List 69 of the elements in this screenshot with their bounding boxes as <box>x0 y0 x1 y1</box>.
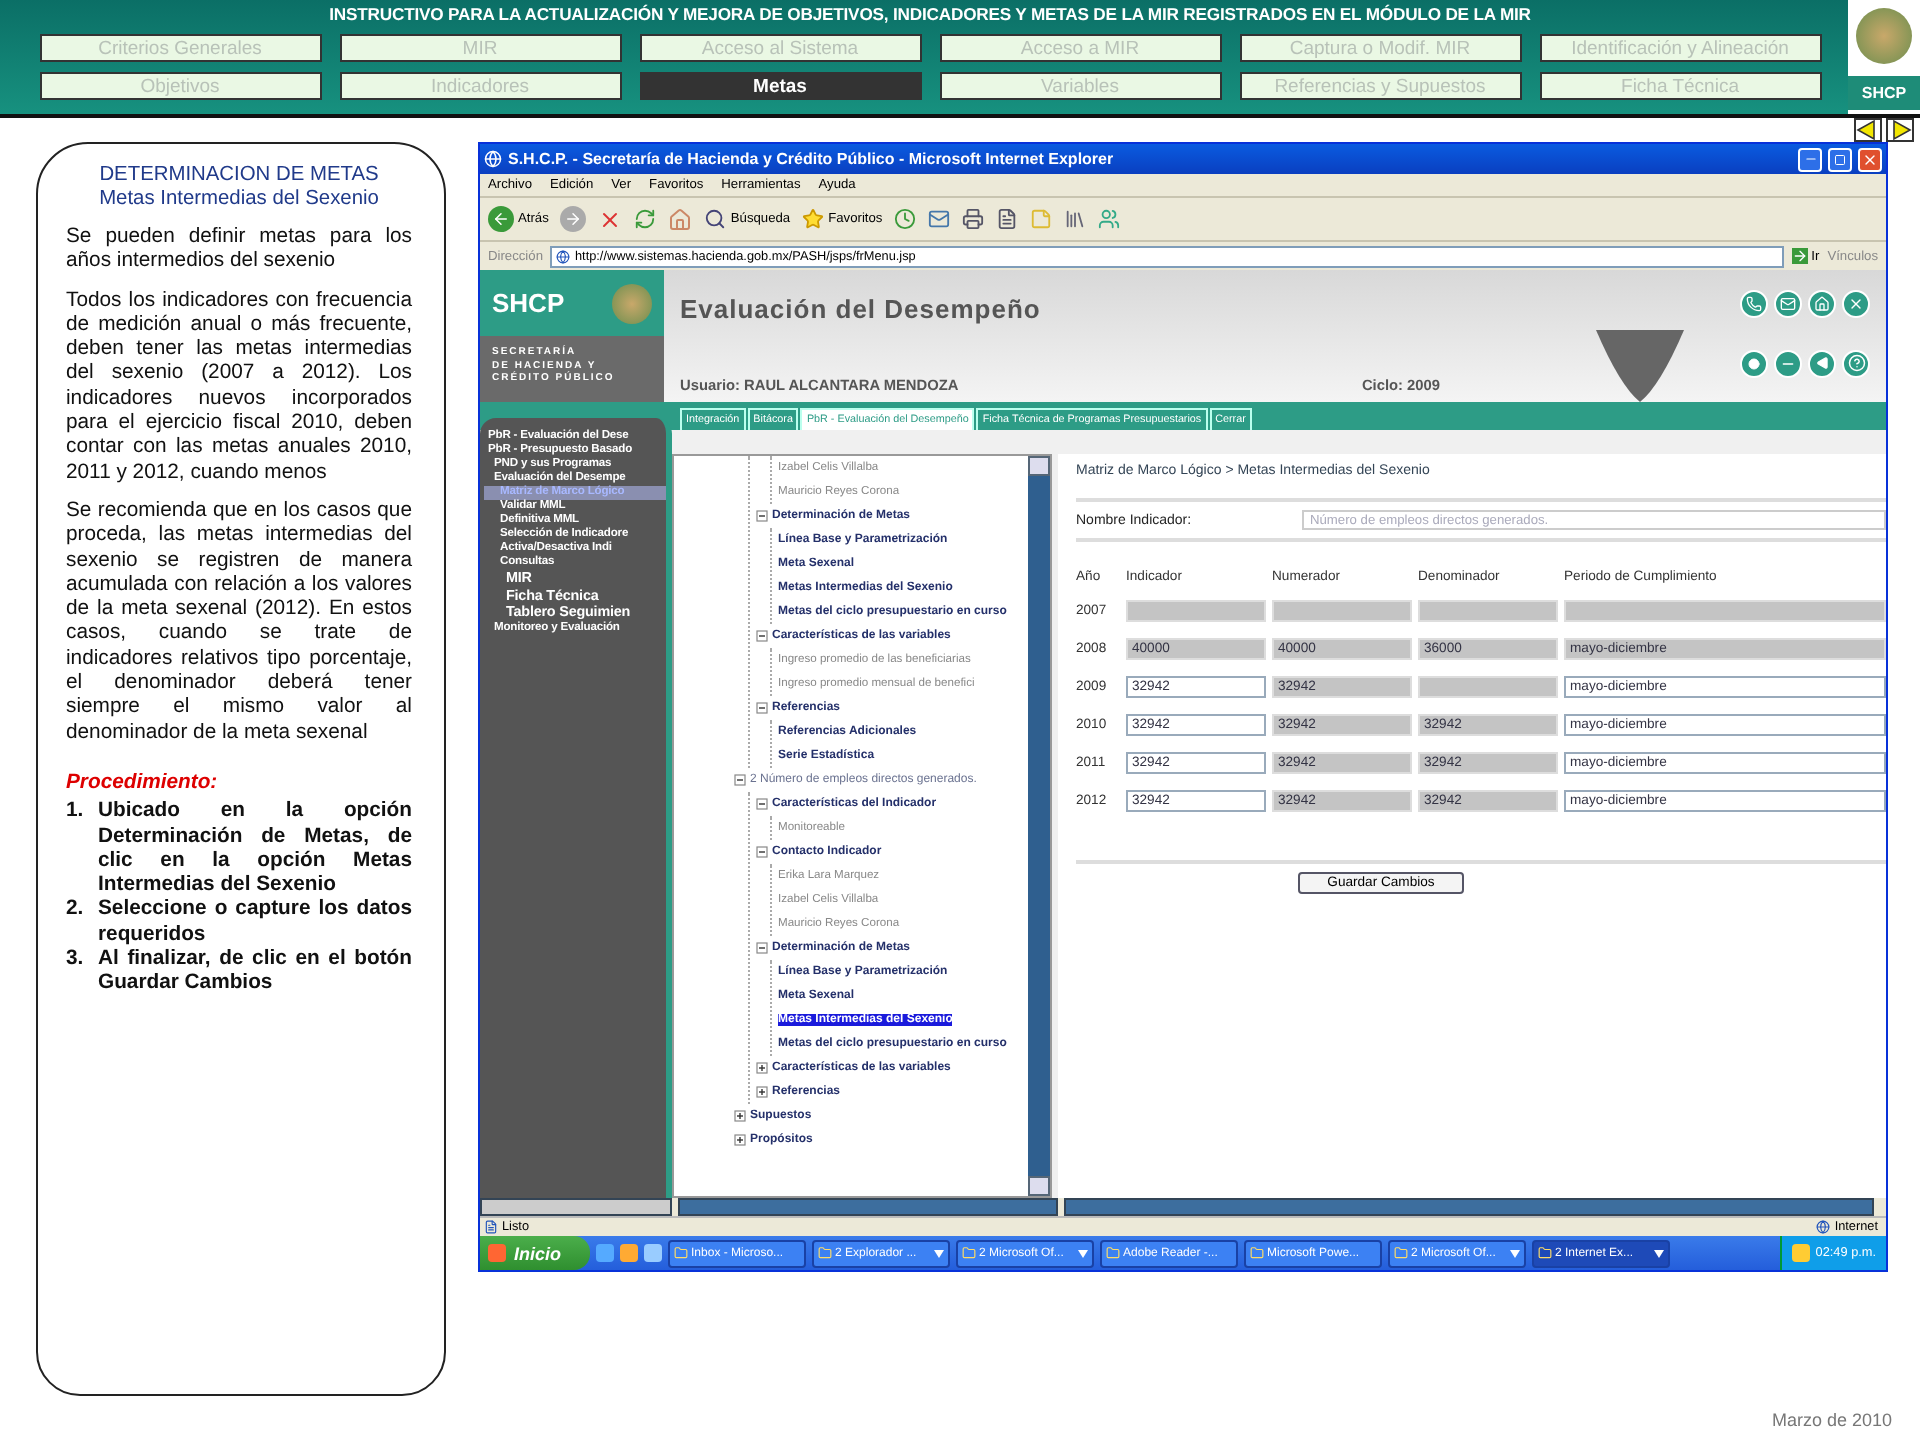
print-icon[interactable] <box>962 208 985 230</box>
messenger-icon[interactable] <box>1098 208 1121 230</box>
expand-icon[interactable] <box>734 1134 746 1146</box>
scrollbar[interactable] <box>1028 456 1050 1196</box>
expand-icon[interactable] <box>756 1086 768 1098</box>
collapse-icon[interactable] <box>734 774 746 786</box>
folder-icon <box>961 1246 976 1260</box>
logo: SHCP <box>1848 76 1920 110</box>
help-icon[interactable] <box>1842 349 1870 377</box>
close-icon <box>1862 151 1878 167</box>
step-text: Seleccione o capture los datos requeridos <box>98 898 412 948</box>
instruction-paragraph: Se recomienda que en los casos que proceda, las metas intermedias del sexenio se registren de manera acumulada con relación a los valores de la meta sexenal (2012). En estos casos, cuando se trate de indicadores relativos tipo porcentaje, el denominador deberá tener siempre el mismo valor al denominador de la meta sexenal <box>66 499 412 746</box>
forward-icon[interactable] <box>560 206 587 232</box>
browser-title: S.H.C.P. - Secretaría de Hacienda y Crédito Público - Microsoft Internet Explorer <box>508 150 1116 168</box>
close-button[interactable] <box>1858 147 1882 171</box>
collapse-icon[interactable] <box>756 798 768 810</box>
scrollbar[interactable] <box>480 1198 672 1216</box>
header-title: INSTRUCTIVO PARA LA ACTUALIZACIÓN Y MEJORA DE OBJETIVOS, INDICADORES Y METAS DE LA MIR REGISTRADOS EN EL MÓDULO DE LA MIR <box>329 4 1531 24</box>
card-heading: DETERMINACION DE METAS Metas Intermedias del Sexenio <box>97 164 381 212</box>
maximize-button[interactable] <box>1828 147 1852 171</box>
collapse-icon[interactable] <box>756 510 768 522</box>
minimize-icon <box>1803 152 1817 166</box>
step-text: Al finalizar, de clic en el botón Guardar Cambios <box>98 948 412 998</box>
expand-icon[interactable] <box>734 1110 746 1122</box>
page-icon <box>484 1220 498 1234</box>
scrollbar[interactable] <box>678 1198 1058 1216</box>
step-number: 1. <box>66 800 86 827</box>
emblem-icon <box>612 283 652 323</box>
globe-icon <box>1816 1220 1831 1234</box>
history-icon[interactable] <box>894 208 917 230</box>
step-text: Ubicado en la opción Determinación de Metas, de clic en la opción Metas Intermedias del Sexenio <box>98 800 412 899</box>
folder-icon <box>1537 1246 1552 1260</box>
funnel-drawing <box>1596 330 1684 402</box>
folder-icon <box>817 1246 832 1260</box>
minimize-button[interactable] <box>1798 147 1822 171</box>
star-icon <box>802 208 825 230</box>
nav-button[interactable]: Metas <box>639 72 921 100</box>
app-title: Evaluación del Desempeño <box>680 294 1043 324</box>
step-number: 2. <box>66 898 86 925</box>
page-icon <box>556 249 571 263</box>
expand-icon[interactable] <box>756 1062 768 1074</box>
folder-icon <box>1393 1246 1408 1260</box>
phone-icon[interactable] <box>1740 290 1768 318</box>
collapse-icon[interactable] <box>756 942 768 954</box>
page-icon <box>484 150 502 168</box>
step-number: 3. <box>66 948 86 975</box>
maximize-icon <box>1834 153 1846 165</box>
instruction-paragraph: Todos los indicadores con frecuencia de medición anual o más frecuente, deben tener las metas intermedias del sexenio (2007 a 2012). Los indicadores nuevos incorporados para el ejercicio fiscal 2010, deben contar con las metas anuales 2010, 2011 y 2012, cuando menos <box>66 289 412 486</box>
folder-icon <box>673 1246 688 1260</box>
folder-icon <box>1249 1246 1264 1260</box>
search-icon <box>704 208 727 230</box>
instruction-paragraph: Se pueden definir metas para los años intermedios del sexenio <box>66 226 412 276</box>
collapse-icon[interactable] <box>756 630 768 642</box>
procedure-label: Procedimiento: <box>66 771 220 797</box>
dot-icon[interactable] <box>1740 349 1768 377</box>
collapse-icon[interactable] <box>756 846 768 858</box>
close-icon[interactable] <box>1842 290 1870 318</box>
back-icon[interactable] <box>1808 349 1836 377</box>
scrollbar[interactable] <box>1064 1198 1874 1216</box>
folder-icon <box>1105 1246 1120 1260</box>
stop-icon[interactable] <box>598 207 623 231</box>
collapse-icon[interactable] <box>756 702 768 714</box>
footer-date: Marzo de 2010 <box>1769 1410 1894 1430</box>
app-logo: SHCP <box>492 288 565 318</box>
minus-icon[interactable] <box>1774 349 1802 377</box>
emblem-icon <box>1856 8 1912 64</box>
home-icon[interactable] <box>668 207 693 231</box>
edit-icon[interactable] <box>996 208 1019 230</box>
refresh-icon[interactable] <box>634 208 657 230</box>
